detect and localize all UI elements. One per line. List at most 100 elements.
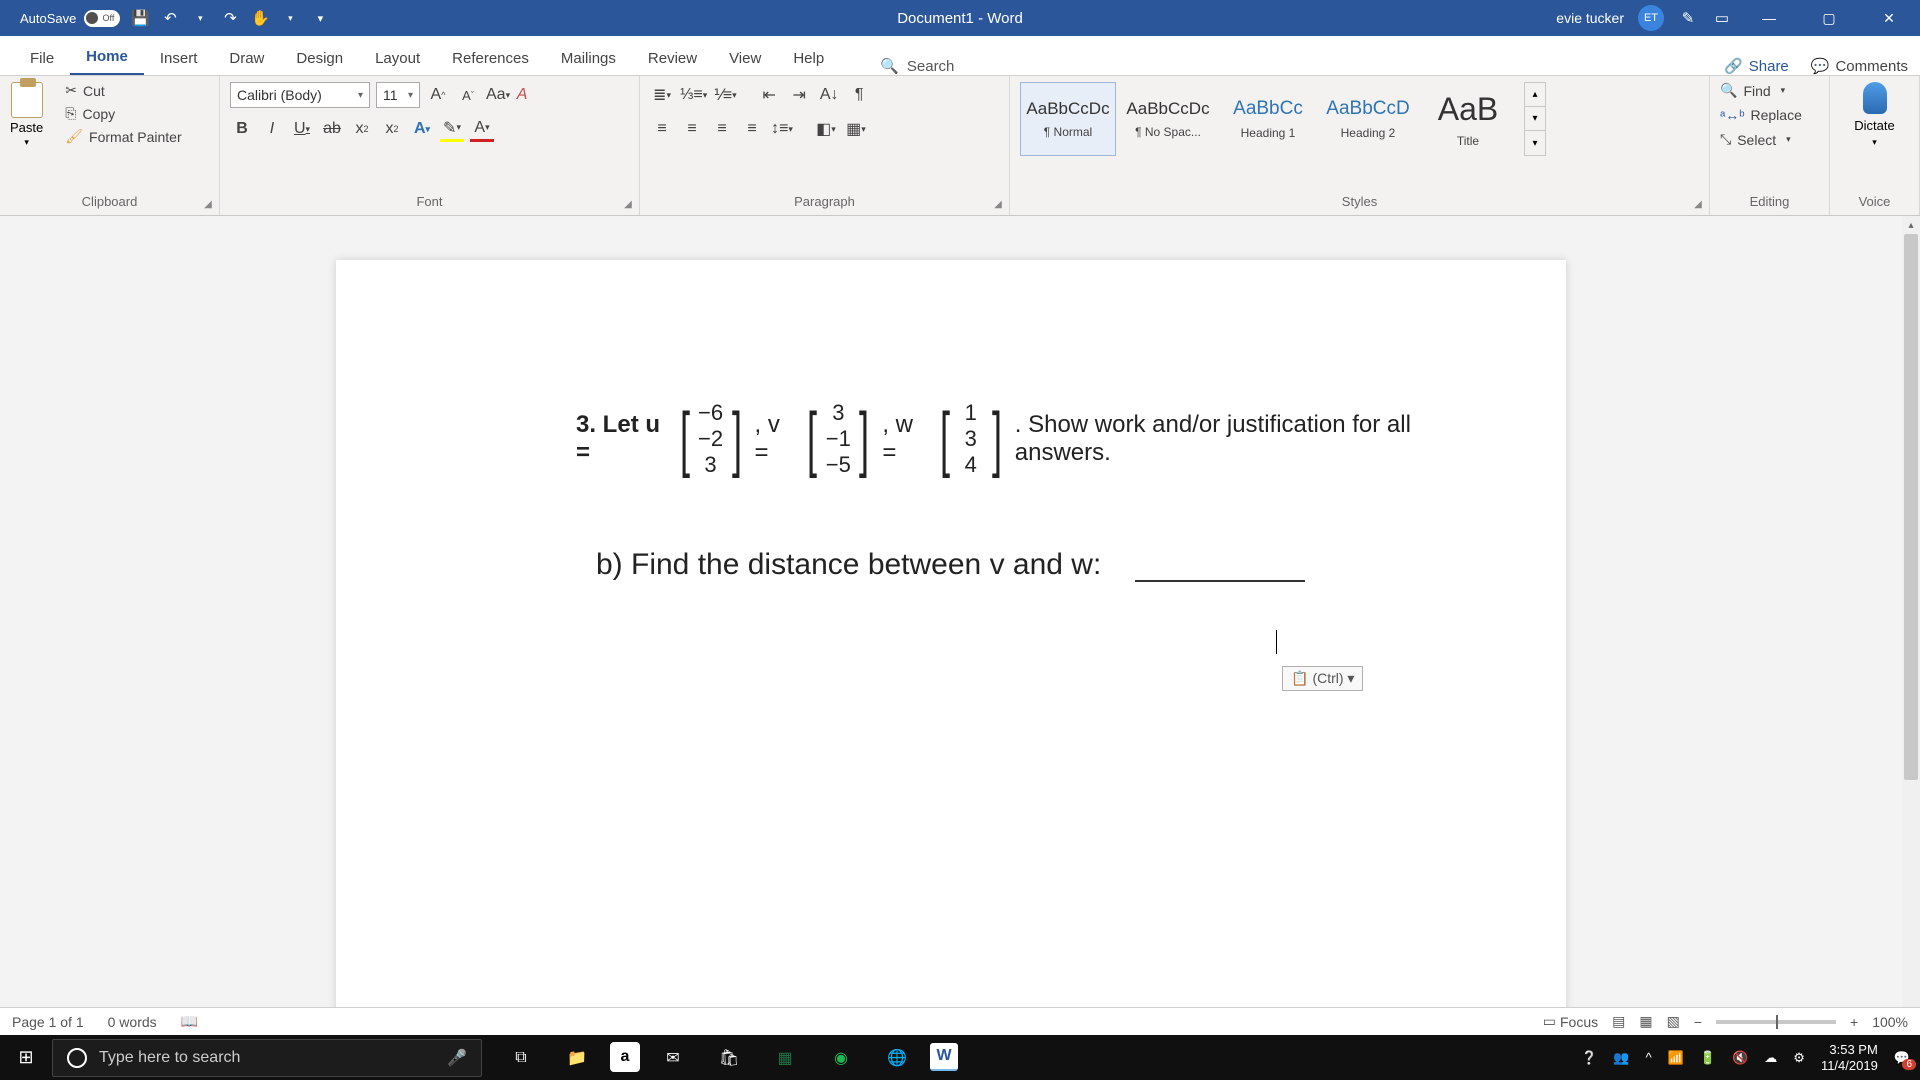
grow-font-button[interactable]: A^ bbox=[426, 82, 450, 108]
onedrive-icon[interactable]: ☁ bbox=[1764, 1050, 1777, 1066]
font-size-combo[interactable]: 11▾ bbox=[376, 82, 420, 108]
font-name-combo[interactable]: Calibri (Body)▾ bbox=[230, 82, 370, 108]
style-heading2[interactable]: AaBbCcDHeading 2 bbox=[1320, 82, 1416, 156]
spelling-button[interactable]: 📖 bbox=[181, 1013, 198, 1030]
cut-button[interactable]: ✂Cut bbox=[65, 82, 181, 99]
battery-icon[interactable]: 🔋 bbox=[1700, 1050, 1716, 1066]
zoom-level[interactable]: 100% bbox=[1872, 1014, 1908, 1030]
tab-layout[interactable]: Layout bbox=[359, 40, 436, 75]
help-tray-icon[interactable]: ❔ bbox=[1581, 1050, 1597, 1066]
select-button[interactable]: ⤡Select▾ bbox=[1720, 131, 1819, 148]
page-indicator[interactable]: Page 1 of 1 bbox=[12, 1014, 84, 1030]
justify-button[interactable]: ≡ bbox=[740, 116, 764, 142]
tell-me-search[interactable]: 🔍Search bbox=[880, 57, 954, 75]
styles-down-button[interactable]: ▾ bbox=[1525, 107, 1545, 131]
paragraph-launcher[interactable]: ◢ bbox=[991, 197, 1005, 211]
tray-expand-icon[interactable]: ^ bbox=[1646, 1050, 1652, 1065]
style-title[interactable]: AaBTitle bbox=[1420, 82, 1516, 156]
decrease-indent-button[interactable]: ⇤ bbox=[757, 82, 781, 108]
mail-app[interactable]: ✉ bbox=[650, 1035, 696, 1080]
excel-app[interactable]: ▦ bbox=[762, 1035, 808, 1080]
tab-references[interactable]: References bbox=[436, 40, 545, 75]
align-center-button[interactable]: ≡ bbox=[680, 116, 704, 142]
borders-button[interactable]: ▦▾ bbox=[844, 116, 868, 142]
style-normal[interactable]: AaBbCcDc¶ Normal bbox=[1020, 82, 1116, 156]
align-right-button[interactable]: ≡ bbox=[710, 116, 734, 142]
bullets-button[interactable]: ≣▾ bbox=[650, 82, 674, 108]
shading-button[interactable]: ◧▾ bbox=[814, 116, 838, 142]
mic-icon[interactable]: 🎤 bbox=[447, 1048, 467, 1068]
start-button[interactable]: ⊞ bbox=[0, 1035, 52, 1080]
format-painter-button[interactable]: 🖌Format Painter bbox=[65, 128, 181, 145]
redo-icon[interactable]: ↷ bbox=[220, 8, 240, 28]
font-launcher[interactable]: ◢ bbox=[621, 197, 635, 211]
undo-more-icon[interactable]: ▾ bbox=[190, 8, 210, 28]
subscript-button[interactable]: x2 bbox=[350, 116, 374, 142]
multilevel-button[interactable]: ⅟≡▾ bbox=[713, 82, 737, 108]
scroll-thumb[interactable] bbox=[1904, 234, 1918, 780]
comments-button[interactable]: 💬Comments bbox=[1811, 57, 1908, 75]
strike-button[interactable]: ab bbox=[320, 116, 344, 142]
paste-options-smarttag[interactable]: 📋(Ctrl) ▾ bbox=[1282, 666, 1363, 691]
vertical-scrollbar[interactable]: ▴ ▾ bbox=[1902, 216, 1920, 1032]
find-button[interactable]: 🔍Find▾ bbox=[1720, 82, 1819, 99]
minimize-button[interactable]: — bbox=[1746, 0, 1792, 36]
paste-more-icon[interactable]: ▾ bbox=[24, 137, 29, 148]
tab-file[interactable]: File bbox=[14, 40, 70, 75]
undo-icon[interactable]: ↶ bbox=[160, 8, 180, 28]
close-button[interactable]: ✕ bbox=[1866, 0, 1912, 36]
qat-customize-icon[interactable]: ▾ bbox=[310, 8, 330, 28]
word-app[interactable]: W bbox=[930, 1043, 958, 1071]
touch-mode-icon[interactable]: ✋ bbox=[250, 8, 270, 28]
highlight-button[interactable]: ✎▾ bbox=[440, 116, 464, 142]
clear-formatting-button[interactable]: A⃫ bbox=[516, 82, 540, 108]
amazon-app[interactable]: a bbox=[610, 1042, 640, 1072]
taskbar-search[interactable]: Type here to search 🎤 bbox=[52, 1039, 482, 1077]
text-effects-button[interactable]: A▾ bbox=[410, 116, 434, 142]
tab-help[interactable]: Help bbox=[777, 40, 840, 75]
replace-button[interactable]: ᵃ↔ᵇReplace bbox=[1720, 107, 1819, 123]
read-mode-button[interactable]: ▤ bbox=[1612, 1013, 1625, 1030]
align-left-button[interactable]: ≡ bbox=[650, 116, 674, 142]
styles-up-button[interactable]: ▴ bbox=[1525, 83, 1545, 107]
font-color-button[interactable]: A▾ bbox=[470, 116, 494, 142]
zoom-out-button[interactable]: − bbox=[1694, 1014, 1702, 1030]
tab-mailings[interactable]: Mailings bbox=[545, 40, 632, 75]
settings-tray-icon[interactable]: ⚙ bbox=[1793, 1050, 1805, 1066]
dictate-more-icon[interactable]: ▾ bbox=[1872, 137, 1877, 148]
web-layout-button[interactable]: ▧ bbox=[1667, 1013, 1680, 1030]
spotify-app[interactable]: ◉ bbox=[818, 1035, 864, 1080]
page[interactable]: 3. Let u = [−6−23] , v = [3−1−5] , w = [… bbox=[336, 260, 1566, 1032]
word-count[interactable]: 0 words bbox=[108, 1014, 157, 1030]
tab-home[interactable]: Home bbox=[70, 38, 144, 75]
tab-insert[interactable]: Insert bbox=[144, 40, 214, 75]
dictate-button[interactable]: Dictate ▾ bbox=[1840, 82, 1909, 148]
chrome-app[interactable]: 🌐 bbox=[874, 1035, 920, 1080]
tab-view[interactable]: View bbox=[713, 40, 777, 75]
bold-button[interactable]: B bbox=[230, 116, 254, 142]
increase-indent-button[interactable]: ⇥ bbox=[787, 82, 811, 108]
volume-icon[interactable]: 🔇 bbox=[1732, 1050, 1748, 1066]
wifi-icon[interactable]: 📶 bbox=[1668, 1050, 1684, 1066]
scroll-up-button[interactable]: ▴ bbox=[1902, 216, 1920, 234]
autosave-toggle[interactable]: AutoSave Off bbox=[20, 10, 120, 27]
touch-more-icon[interactable]: ▾ bbox=[280, 8, 300, 28]
ribbon-options-icon[interactable]: ▭ bbox=[1712, 8, 1732, 28]
style-nospacing[interactable]: AaBbCcDc¶ No Spac... bbox=[1120, 82, 1216, 156]
copy-button[interactable]: ⎘Copy bbox=[65, 105, 181, 122]
paste-button[interactable]: Paste ▾ bbox=[10, 82, 43, 148]
style-heading1[interactable]: AaBbCcHeading 1 bbox=[1220, 82, 1316, 156]
shrink-font-button[interactable]: Aˇ bbox=[456, 82, 480, 108]
clipboard-launcher[interactable]: ◢ bbox=[201, 197, 215, 211]
styles-expand-button[interactable]: ▾ bbox=[1525, 131, 1545, 155]
clock[interactable]: 3:53 PM11/4/2019 bbox=[1821, 1042, 1878, 1074]
zoom-in-button[interactable]: + bbox=[1850, 1014, 1858, 1030]
task-view-button[interactable]: ⧉ bbox=[498, 1035, 544, 1080]
print-layout-button[interactable]: ▦ bbox=[1639, 1013, 1652, 1030]
tab-draw[interactable]: Draw bbox=[213, 40, 280, 75]
numbering-button[interactable]: ⅓≡▾ bbox=[680, 82, 707, 108]
file-explorer-app[interactable]: 📁 bbox=[554, 1035, 600, 1080]
change-case-button[interactable]: Aa▾ bbox=[486, 82, 510, 108]
user-avatar[interactable]: ET bbox=[1638, 5, 1664, 31]
superscript-button[interactable]: x2 bbox=[380, 116, 404, 142]
